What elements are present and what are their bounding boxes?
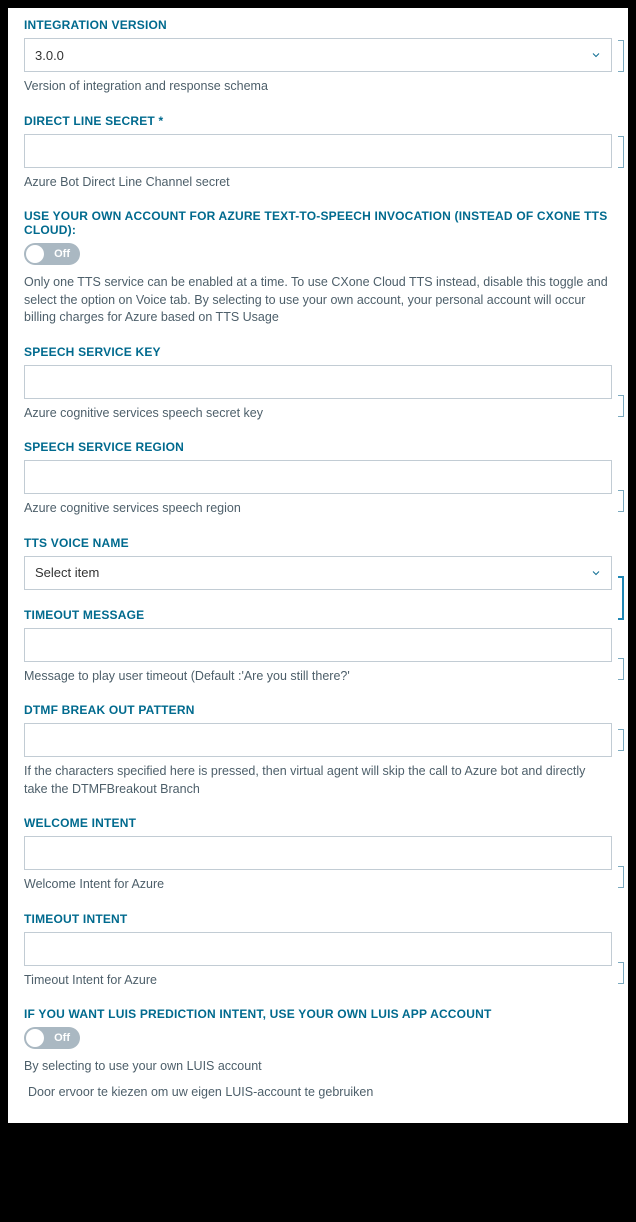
settings-panel: INTEGRATION VERSION 3.0.0 Version of int… bbox=[8, 8, 628, 1123]
label-luis-account: IF YOU WANT LUIS PREDICTION INTENT, USE … bbox=[24, 1007, 612, 1021]
field-dtmf-breakout: DTMF BREAK OUT PATTERN If the characters… bbox=[24, 703, 612, 798]
edge-marker-active bbox=[618, 576, 624, 620]
field-tts-voice-name: TTS VOICE NAME Select item bbox=[24, 536, 612, 590]
edge-marker bbox=[618, 866, 624, 888]
edge-marker bbox=[618, 658, 624, 680]
integration-version-select[interactable]: 3.0.0 bbox=[24, 38, 612, 72]
field-own-tts-account: USE YOUR OWN ACCOUNT FOR AZURE TEXT-TO-S… bbox=[24, 209, 612, 327]
dtmf-breakout-input[interactable] bbox=[24, 723, 612, 757]
edge-marker bbox=[618, 962, 624, 984]
timeout-intent-input[interactable] bbox=[24, 932, 612, 966]
label-own-tts-account: USE YOUR OWN ACCOUNT FOR AZURE TEXT-TO-S… bbox=[24, 209, 612, 237]
helper-text: Azure cognitive services speech region bbox=[24, 501, 241, 515]
field-timeout-intent: TIMEOUT INTENT Timeout Intent for Azure bbox=[24, 912, 612, 990]
label-direct-line-secret: DIRECT LINE SECRET * bbox=[24, 114, 612, 128]
helper-text: Welcome Intent for Azure bbox=[24, 877, 164, 891]
label-timeout-intent: TIMEOUT INTENT bbox=[24, 912, 612, 926]
helper-speech-service-key: Azure cognitive services speech secret k… bbox=[24, 405, 612, 423]
field-integration-version: INTEGRATION VERSION 3.0.0 Version of int… bbox=[24, 18, 612, 96]
helper-own-tts-account: Only one TTS service can be enabled at a… bbox=[24, 274, 612, 327]
helper-direct-line-secret: Azure Bot Direct Line Channel secret bbox=[24, 174, 612, 192]
helper-text: Message to play user timeout (Default :'… bbox=[24, 669, 350, 683]
chevron-down-icon bbox=[589, 566, 603, 580]
helper-integration-version: Version of integration and response sche… bbox=[24, 78, 612, 96]
field-timeout-message: TIMEOUT MESSAGE Message to play user tim… bbox=[24, 608, 612, 686]
luis-account-toggle[interactable]: Off bbox=[24, 1027, 80, 1049]
label-tts-voice-name: TTS VOICE NAME bbox=[24, 536, 612, 550]
toggle-off-label: Off bbox=[54, 248, 70, 260]
speech-service-key-input[interactable] bbox=[24, 365, 612, 399]
toggle-knob bbox=[26, 1029, 44, 1047]
edge-marker bbox=[618, 395, 624, 417]
tts-voice-name-value: Select item bbox=[35, 565, 99, 580]
toggle-knob bbox=[26, 245, 44, 263]
speech-service-region-input[interactable] bbox=[24, 460, 612, 494]
label-integration-version: INTEGRATION VERSION bbox=[24, 18, 612, 32]
integration-version-value: 3.0.0 bbox=[35, 48, 64, 63]
field-speech-service-region: SPEECH SERVICE REGION Azure cognitive se… bbox=[24, 440, 612, 518]
label-speech-service-region: SPEECH SERVICE REGION bbox=[24, 440, 612, 454]
helper-text: Timeout Intent for Azure bbox=[24, 973, 157, 987]
edge-marker bbox=[618, 729, 624, 751]
label-welcome-intent: WELCOME INTENT bbox=[24, 816, 612, 830]
tts-voice-name-select[interactable]: Select item bbox=[24, 556, 612, 590]
welcome-intent-input[interactable] bbox=[24, 836, 612, 870]
helper-welcome-intent: Welcome Intent for Azure bbox=[24, 876, 612, 894]
label-speech-service-key: SPEECH SERVICE KEY bbox=[24, 345, 612, 359]
edge-marker bbox=[618, 136, 624, 168]
field-direct-line-secret: DIRECT LINE SECRET * Azure Bot Direct Li… bbox=[24, 114, 612, 192]
label-timeout-message: TIMEOUT MESSAGE bbox=[24, 608, 612, 622]
field-luis-account: IF YOU WANT LUIS PREDICTION INTENT, USE … bbox=[24, 1007, 612, 1101]
field-speech-service-key: SPEECH SERVICE KEY Azure cognitive servi… bbox=[24, 345, 612, 423]
helper-timeout-message: Message to play user timeout (Default :'… bbox=[24, 668, 612, 686]
chevron-down-icon bbox=[589, 48, 603, 62]
label-dtmf-breakout: DTMF BREAK OUT PATTERN bbox=[24, 703, 612, 717]
helper-dtmf-breakout: If the characters specified here is pres… bbox=[24, 763, 612, 798]
helper-speech-service-region: Azure cognitive services speech region bbox=[24, 500, 612, 518]
edge-marker bbox=[618, 40, 624, 72]
field-welcome-intent: WELCOME INTENT Welcome Intent for Azure bbox=[24, 816, 612, 894]
toggle-off-label: Off bbox=[54, 1032, 70, 1044]
edge-marker bbox=[618, 490, 624, 512]
direct-line-secret-input[interactable] bbox=[24, 134, 612, 168]
own-tts-account-toggle[interactable]: Off bbox=[24, 243, 80, 265]
helper-luis-account-translated: Door ervoor te kiezen om uw eigen LUIS-a… bbox=[24, 1084, 612, 1102]
timeout-message-input[interactable] bbox=[24, 628, 612, 662]
helper-luis-account: By selecting to use your own LUIS accoun… bbox=[24, 1058, 612, 1076]
helper-timeout-intent: Timeout Intent for Azure bbox=[24, 972, 612, 990]
helper-text: Azure cognitive services speech secret k… bbox=[24, 406, 263, 420]
